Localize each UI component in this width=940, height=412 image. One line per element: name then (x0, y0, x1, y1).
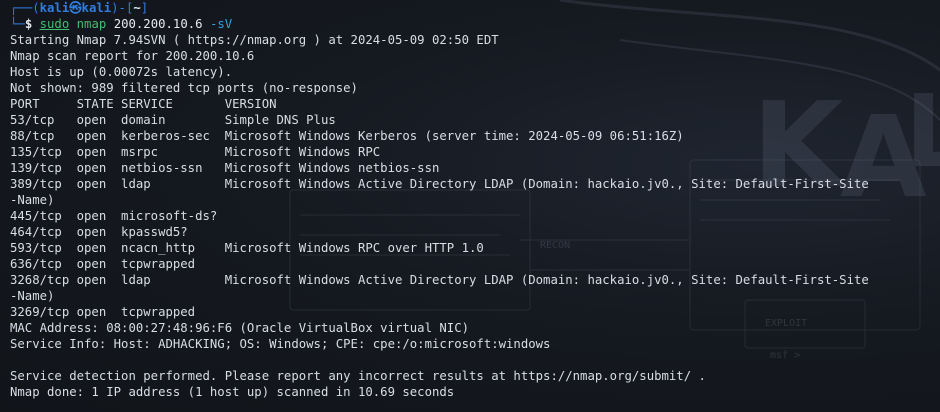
port-row: 3268/tcp open ldap Microsoft Windows Act… (10, 273, 869, 287)
prompt-frame-top: ┌──( (10, 1, 40, 15)
port-row: 88/tcp open kerberos-sec Microsoft Windo… (10, 129, 684, 143)
output-line: Not shown: 989 filtered tcp ports (no-re… (10, 81, 358, 95)
prompt-cwd: ~ (133, 1, 141, 15)
terminal-content: ┌──(kali㉿kali)-[~] └─$ sudo nmap 200.200… (10, 0, 940, 400)
port-row: 135/tcp open msrpc Microsoft Windows RPC (10, 145, 381, 159)
command-output: Starting Nmap 7.94SVN ( https://nmap.org… (10, 32, 940, 400)
command-flag: -sV (209, 17, 233, 31)
port-row: 3269/tcp open tcpwrapped (10, 305, 196, 319)
prompt-frame-mid: )-[ (111, 1, 134, 15)
command-target: 200.200.10.6 (113, 17, 203, 31)
command-sudo: sudo (39, 17, 70, 31)
port-row: 593/tcp open ncacn_http Microsoft Window… (10, 241, 484, 255)
port-row: 464/tcp open kpasswd5? (10, 225, 188, 239)
port-row: 445/tcp open microsoft-ds? (10, 209, 218, 223)
command-line[interactable]: └─$ sudo nmap 200.200.10.6 -sV (10, 16, 940, 32)
terminal-window[interactable]: K A L RECON EXPLOIT msf > ┌──(kali㉿kali)… (0, 0, 940, 412)
port-row: 389/tcp open ldap Microsoft Windows Acti… (10, 177, 869, 191)
port-row: 139/tcp open netbios-ssn Microsoft Windo… (10, 161, 440, 175)
port-row-wrap: -Name) (10, 193, 55, 207)
prompt-frame-bottom: └─ (10, 17, 25, 31)
service-info-line: Service Info: Host: ADHACKING; OS: Windo… (10, 337, 551, 351)
output-line: Starting Nmap 7.94SVN ( https://nmap.org… (10, 33, 499, 47)
port-table-header: PORT STATE SERVICE VERSION (10, 97, 277, 111)
mac-address-line: MAC Address: 08:00:27:48:96:F6 (Oracle V… (10, 321, 470, 335)
prompt-user-host: kali㉿kali (39, 1, 112, 15)
prompt-symbol: $ (24, 17, 40, 31)
nmap-done-line: Nmap done: 1 IP address (1 host up) scan… (10, 385, 455, 399)
output-line: Nmap scan report for 200.200.10.6 (10, 49, 255, 63)
prompt-frame-end: ] (140, 1, 149, 15)
port-row: 636/tcp open tcpwrapped (10, 257, 196, 271)
port-row-wrap: -Name) (10, 289, 55, 303)
prompt-line: ┌──(kali㉿kali)-[~] (10, 0, 940, 16)
command-nmap: nmap (76, 17, 107, 31)
port-row: 53/tcp open domain Simple DNS Plus (10, 113, 336, 127)
output-line: Host is up (0.00072s latency). (10, 65, 233, 79)
service-detection-line: Service detection performed. Please repo… (10, 369, 706, 383)
